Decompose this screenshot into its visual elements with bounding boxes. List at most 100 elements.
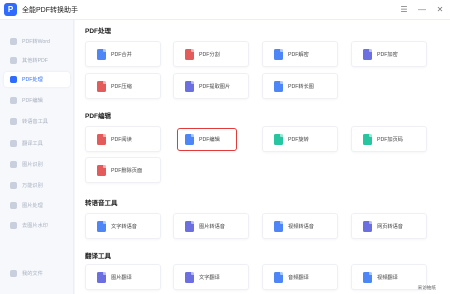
- convert-icon: [10, 57, 17, 64]
- sidebar-item-label: 我的文件: [22, 271, 43, 277]
- delete-page-icon: [97, 164, 106, 176]
- tool-card-pdf-delete-page[interactable]: PDF删除页面: [85, 157, 161, 183]
- split-icon: [185, 48, 194, 60]
- tool-card-label: PDF删除页面: [111, 167, 143, 174]
- minimize-button[interactable]: —: [416, 3, 428, 15]
- translate-icon: [10, 140, 17, 147]
- sidebar-item-other-to-pdf[interactable]: 其他转PDF: [4, 53, 70, 68]
- minimize-icon: —: [418, 4, 426, 14]
- section-title-voice-tools: 转语音工具: [85, 200, 118, 207]
- sidebar-item-label: 图片处理: [22, 203, 43, 209]
- sidebar-item-label: PDF处理: [22, 77, 43, 83]
- lock-icon: [363, 48, 372, 60]
- tool-card-pdf-rotate[interactable]: PDF旋转: [262, 126, 338, 152]
- extract-image-icon: [185, 80, 194, 92]
- edit-pdf-icon: [185, 134, 194, 145]
- image-icon: [10, 202, 17, 209]
- tool-card-label: PDF阅读: [111, 136, 132, 143]
- sidebar-item-remove-watermark[interactable]: 去图片水印: [4, 218, 70, 233]
- read-icon: [97, 133, 106, 145]
- tool-card-label: 文字转语音: [111, 223, 137, 230]
- section-title-pdf-edit: PDF编辑: [85, 113, 111, 120]
- sidebar-item-pdf-to-word[interactable]: PDF转Word: [4, 34, 70, 49]
- video-to-speech-icon: [274, 220, 283, 232]
- window-controls: ☰ — ✕: [398, 3, 446, 15]
- page-number-icon: [363, 133, 372, 145]
- tool-card-label: PDF旋转: [288, 136, 309, 143]
- tool-card-label: PDF加密: [377, 51, 398, 58]
- tool-card-pdf-decrypt[interactable]: PDF解密: [262, 41, 338, 67]
- tool-card-label: 视频翻译: [377, 274, 398, 281]
- tool-card-web-to-speech[interactable]: 网页转语音: [351, 213, 427, 239]
- tool-card-label: 音频翻译: [288, 274, 309, 281]
- image-translate-icon: [97, 271, 106, 283]
- sidebar-item-image-tools[interactable]: 图片处理: [4, 198, 70, 213]
- long-image-icon: [274, 80, 283, 92]
- sidebar-item-universal-ocr[interactable]: 万能识别: [4, 178, 70, 193]
- sidebar-item-voice-tools[interactable]: 转语音工具: [4, 114, 70, 129]
- sidebar: PDF转Word 其他转PDF PDF处理 PDF编辑 转语音工具 翻译工具 图…: [0, 20, 74, 294]
- tool-card-label: PDF分割: [199, 51, 220, 58]
- compress-icon: [97, 80, 106, 92]
- tool-card-pdf-read[interactable]: PDF阅读: [85, 126, 161, 152]
- app-logo-icon: P: [4, 3, 17, 16]
- watermark-icon: [10, 222, 17, 229]
- tool-card-image-translate[interactable]: 图片翻译: [85, 264, 161, 290]
- merge-icon: [97, 48, 106, 60]
- tool-card-text-to-speech[interactable]: 文字转语音: [85, 213, 161, 239]
- image-to-speech-icon: [185, 220, 194, 232]
- tool-card-pdf-split[interactable]: PDF分割: [173, 41, 249, 67]
- tool-card-audio-translate[interactable]: 音频翻译: [262, 264, 338, 290]
- tool-card-video-translate[interactable]: 视频翻译: [351, 264, 427, 290]
- sidebar-item-pdf-tools[interactable]: PDF处理: [4, 72, 70, 87]
- tool-card-label: PDF编辑: [199, 137, 220, 143]
- close-icon: ✕: [436, 4, 444, 14]
- title-bar: P 全能PDF转换助手 ☰ — ✕: [0, 0, 450, 20]
- tool-card-label: PDF合并: [111, 51, 132, 58]
- tool-card-pdf-to-long-image[interactable]: PDF转长图: [262, 73, 338, 99]
- voice-icon: [10, 118, 17, 125]
- word-icon: [10, 38, 17, 45]
- folder-icon: [10, 270, 17, 277]
- tool-card-pdf-page-number[interactable]: PDF加页码: [351, 126, 427, 152]
- sidebar-item-label: 图片识别: [22, 162, 43, 168]
- pdf-tool-icon: [10, 76, 17, 83]
- tool-card-pdf-merge[interactable]: PDF合并: [85, 41, 161, 67]
- app-title: 全能PDF转换助手: [22, 6, 78, 14]
- edit-icon: [10, 97, 17, 104]
- tool-card-image-to-speech[interactable]: 图片转语音: [173, 213, 249, 239]
- tool-card-label: PDF转长图: [288, 83, 314, 90]
- sidebar-item-label: 其他转PDF: [22, 58, 48, 64]
- sidebar-item-label: 转语音工具: [22, 119, 48, 125]
- close-button[interactable]: ✕: [434, 3, 446, 15]
- sidebar-item-label: 翻译工具: [22, 141, 43, 147]
- tool-card-pdf-encrypt[interactable]: PDF加密: [351, 41, 427, 67]
- sidebar-item-my-files[interactable]: 我的文件: [4, 266, 70, 281]
- watermark-text: 采访抽纸: [417, 285, 436, 290]
- section-title-pdf-tools: PDF处理: [85, 28, 111, 35]
- unlock-icon: [274, 48, 283, 60]
- sidebar-item-image-ocr[interactable]: 图片识别: [4, 157, 70, 172]
- scan-icon: [10, 182, 17, 189]
- tool-card-pdf-compress[interactable]: PDF压缩: [85, 73, 161, 99]
- menu-button[interactable]: ☰: [398, 3, 410, 15]
- sidebar-item-pdf-edit[interactable]: PDF编辑: [4, 93, 70, 108]
- tool-card-label: 网页转语音: [377, 223, 403, 230]
- main-content: PDF处理 PDF合并 PDF分割 PDF解密 PDF加密 PDF压缩 PDF提…: [75, 20, 450, 294]
- tool-card-pdf-extract-image[interactable]: PDF提取图片: [173, 73, 249, 99]
- tool-card-label: 图片翻译: [111, 274, 132, 281]
- sidebar-item-label: 万能识别: [22, 183, 43, 189]
- rotate-icon: [274, 133, 283, 145]
- web-to-speech-icon: [363, 220, 372, 232]
- tool-card-pdf-edit[interactable]: PDF编辑: [177, 128, 237, 151]
- tool-card-video-to-speech[interactable]: 视频转语音: [262, 213, 338, 239]
- tool-card-text-translate[interactable]: 文字翻译: [173, 264, 249, 290]
- sidebar-item-label: PDF编辑: [22, 98, 43, 104]
- sidebar-item-label: PDF转Word: [22, 39, 50, 45]
- sidebar-item-translate-tools[interactable]: 翻译工具: [4, 136, 70, 151]
- tool-card-label: PDF解密: [288, 51, 309, 58]
- tool-card-label: 视频转语音: [288, 223, 314, 230]
- section-title-translate-tools: 翻译工具: [85, 253, 111, 260]
- ocr-icon: [10, 161, 17, 168]
- hamburger-icon: ☰: [400, 4, 408, 14]
